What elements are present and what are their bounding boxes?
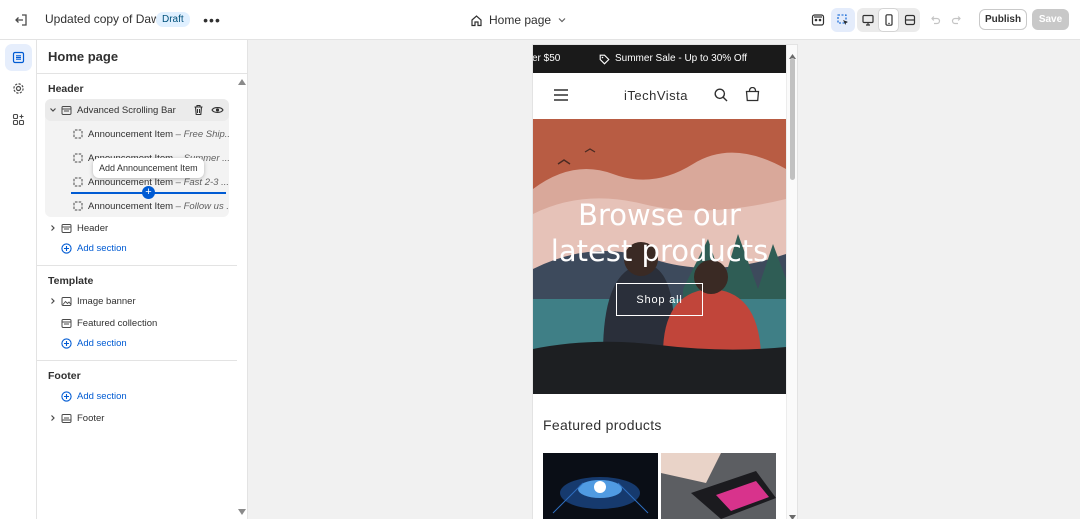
block-label: Announcement Item bbox=[88, 176, 174, 188]
add-section-header[interactable]: Add section bbox=[61, 237, 127, 259]
featured-products-title: Featured products bbox=[543, 417, 662, 433]
save-button[interactable]: Save bbox=[1032, 9, 1069, 30]
scrollbar-thumb[interactable] bbox=[790, 58, 795, 180]
divider bbox=[37, 360, 237, 361]
tooltip: Add Announcement Item bbox=[93, 158, 204, 178]
add-circle-icon bbox=[61, 390, 72, 402]
block-detail: – Fast 2-3 ... bbox=[175, 176, 229, 188]
section-icon bbox=[61, 223, 72, 234]
product-card-1[interactable] bbox=[543, 453, 658, 519]
mobile-preview-frame[interactable]: ver $50 Summer Sale - Up to 30% Off iTec… bbox=[533, 45, 797, 519]
preview-canvas: ver $50 Summer Sale - Up to 30% Off iTec… bbox=[249, 40, 1080, 519]
group-title-header: Header bbox=[48, 83, 84, 95]
page-selector[interactable]: Home page bbox=[470, 8, 567, 32]
status-badge: Draft bbox=[156, 12, 190, 27]
tag-icon bbox=[599, 54, 610, 68]
add-section-label: Add section bbox=[77, 390, 127, 402]
group-title-template: Template bbox=[48, 275, 94, 287]
chevron-right-icon[interactable] bbox=[47, 224, 59, 232]
undo-icon[interactable] bbox=[923, 8, 947, 32]
theme-name: Updated copy of Dawn bbox=[45, 12, 167, 26]
exit-icon[interactable] bbox=[12, 11, 30, 29]
block-icon bbox=[73, 201, 83, 212]
product-image bbox=[543, 453, 658, 519]
preview-inspector-icon[interactable] bbox=[806, 8, 830, 32]
image-banner[interactable]: Browse our latest products Shop all bbox=[533, 119, 786, 394]
mobile-view-icon[interactable] bbox=[878, 8, 899, 32]
home-icon bbox=[471, 14, 482, 26]
preview-scrollbar[interactable] bbox=[786, 45, 797, 519]
block-announcement-item-1[interactable]: Announcement Item – Free Ship... bbox=[73, 123, 229, 145]
scroll-up-icon[interactable] bbox=[237, 77, 247, 87]
search-icon[interactable] bbox=[714, 88, 728, 105]
section-icon bbox=[61, 413, 72, 424]
section-label: Header bbox=[77, 222, 109, 234]
add-section-template[interactable]: Add section bbox=[61, 332, 127, 354]
announcement-bar[interactable]: ver $50 Summer Sale - Up to 30% Off bbox=[533, 45, 786, 73]
section-featured-collection[interactable]: Featured collection bbox=[47, 312, 157, 334]
page-selector-label: Home page bbox=[489, 13, 552, 27]
block-icon bbox=[73, 153, 83, 164]
settings-gear-icon[interactable] bbox=[5, 75, 32, 102]
page-title: Home page bbox=[48, 49, 119, 64]
left-rail bbox=[0, 40, 37, 519]
delete-icon[interactable] bbox=[193, 104, 205, 116]
redo-icon[interactable] bbox=[945, 8, 969, 32]
add-section-footer[interactable]: Add section bbox=[61, 385, 127, 407]
image-icon bbox=[61, 296, 72, 307]
viewport-switcher bbox=[857, 8, 920, 32]
more-actions-icon[interactable]: ••• bbox=[202, 10, 222, 30]
section-image-banner[interactable]: Image banner bbox=[47, 290, 136, 312]
block-icon bbox=[73, 129, 83, 140]
apps-icon[interactable] bbox=[5, 106, 32, 133]
block-label: Announcement Item bbox=[88, 200, 174, 212]
chevron-down-icon bbox=[558, 18, 566, 23]
product-image bbox=[661, 453, 776, 519]
add-block-plus-icon[interactable]: + bbox=[142, 186, 155, 199]
top-bar: Updated copy of Dawn Draft ••• Home page… bbox=[0, 0, 1080, 40]
section-header[interactable]: Header bbox=[47, 217, 108, 239]
scroll-down-icon[interactable] bbox=[789, 508, 796, 519]
store-header: iTechVista bbox=[533, 73, 786, 119]
group-title-footer: Footer bbox=[48, 370, 81, 382]
section-icon bbox=[61, 318, 72, 329]
block-icon bbox=[73, 177, 83, 188]
shop-all-button[interactable]: Shop all bbox=[616, 283, 703, 316]
select-element-icon[interactable] bbox=[831, 8, 855, 32]
publish-button[interactable]: Publish bbox=[979, 9, 1027, 30]
section-icon bbox=[61, 105, 72, 116]
store-logo[interactable]: iTechVista bbox=[624, 88, 688, 103]
section-label: Image banner bbox=[77, 295, 136, 307]
divider bbox=[37, 265, 237, 266]
scroll-down-icon[interactable] bbox=[237, 507, 247, 517]
add-section-label: Add section bbox=[77, 337, 127, 349]
block-detail: – Free Ship... bbox=[175, 128, 229, 140]
add-section-label: Add section bbox=[77, 242, 127, 254]
announcement-text: Summer Sale - Up to 30% Off bbox=[615, 53, 748, 64]
section-label: Advanced Scrolling Bar bbox=[77, 104, 176, 116]
product-card-2[interactable] bbox=[661, 453, 776, 519]
block-label: Announcement Item bbox=[88, 128, 174, 140]
sections-panel: Home page Header Advanced Scrolling Bar … bbox=[37, 40, 248, 519]
section-label: Footer bbox=[77, 412, 105, 424]
desktop-view-icon[interactable] bbox=[857, 8, 878, 32]
announcement-text-partial: ver $50 bbox=[533, 53, 561, 64]
visibility-eye-icon[interactable] bbox=[211, 104, 224, 116]
cart-icon[interactable] bbox=[745, 86, 760, 105]
block-detail: – Follow us ... bbox=[175, 200, 229, 212]
divider bbox=[37, 73, 247, 74]
chevron-down-icon[interactable] bbox=[47, 106, 59, 114]
menu-hamburger-icon[interactable] bbox=[554, 89, 568, 104]
sections-icon[interactable] bbox=[5, 44, 32, 71]
section-footer[interactable]: Footer bbox=[47, 407, 104, 429]
add-circle-icon bbox=[61, 242, 72, 254]
chevron-right-icon[interactable] bbox=[47, 297, 59, 305]
chevron-right-icon[interactable] bbox=[47, 414, 59, 422]
add-circle-icon bbox=[61, 337, 72, 349]
section-label: Featured collection bbox=[77, 317, 158, 329]
banner-heading: Browse our latest products bbox=[550, 198, 769, 268]
fullscreen-view-icon[interactable] bbox=[899, 8, 920, 32]
